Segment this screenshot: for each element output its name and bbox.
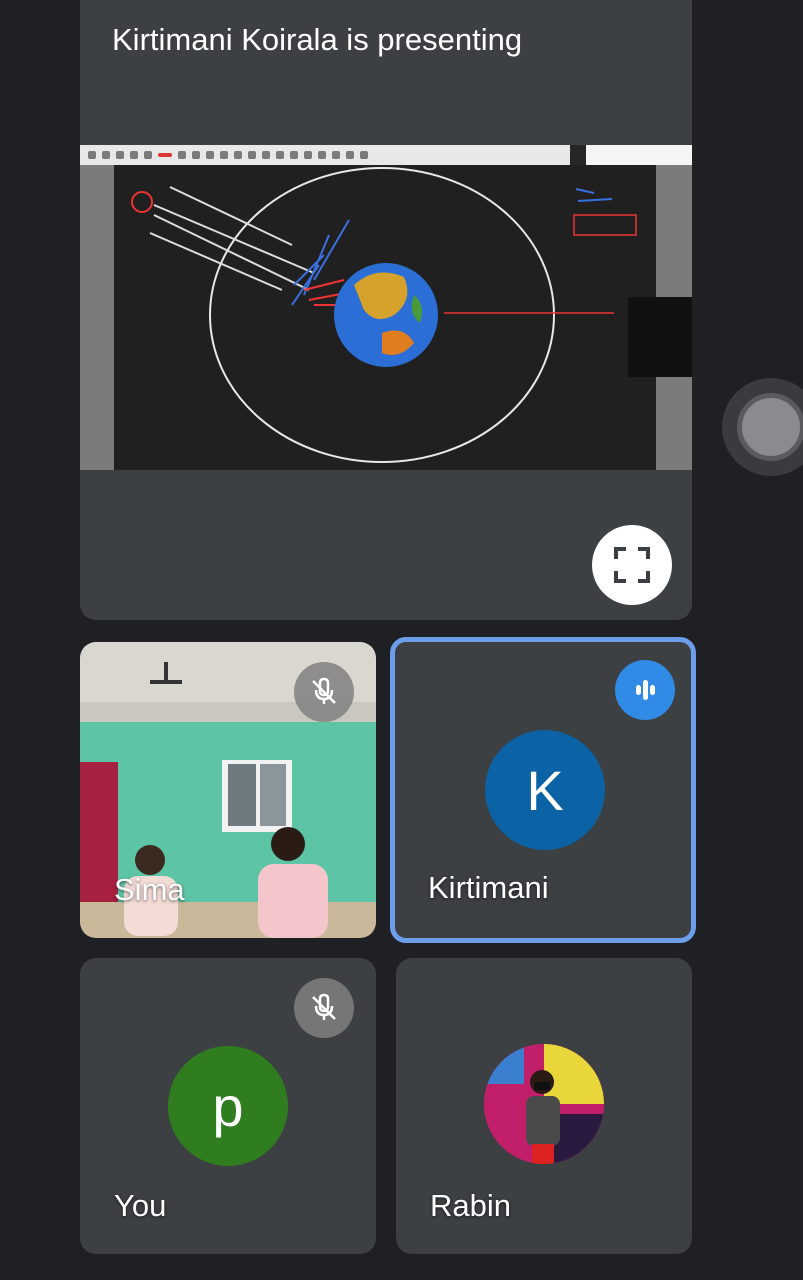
meet-call-screen: Kirtimani Koirala is presenting Sima K K… [0,0,803,1280]
mic-off-icon [312,677,336,704]
participant-name: You [114,1188,167,1223]
mic-off-icon [312,993,336,1020]
shared-app-toolbar-right [586,145,692,165]
slide-drawing [114,165,656,470]
participant-tile-you[interactable]: p You [80,958,376,1254]
avatar: p [168,1046,288,1166]
muted-badge [294,978,354,1038]
audio-level-icon [636,680,655,700]
presenting-title: Kirtimani Koirala is presenting [112,22,523,57]
shared-app-toolbar [80,145,570,165]
participant-name: Kirtimani [428,870,549,905]
earth-orbit-drawing [131,167,637,463]
participant-name: Rabin [430,1188,511,1223]
participant-tile-sima[interactable]: Sima [80,642,376,938]
muted-badge [294,662,354,722]
fullscreen-button[interactable] [592,525,672,605]
presentation-tile[interactable]: Kirtimani Koirala is presenting [80,0,692,620]
profile-photo [484,1044,604,1164]
participant-tile-kirtimani[interactable]: K Kirtimani [390,637,696,943]
avatar: K [485,730,605,850]
participant-name: Sima [114,872,185,907]
participant-tile-rabin[interactable]: Rabin [396,958,692,1254]
shared-screen [80,145,692,470]
avatar [484,1044,604,1164]
speaking-badge [615,660,675,720]
floating-assistive-button[interactable] [722,378,803,476]
fullscreen-icon [614,547,650,583]
